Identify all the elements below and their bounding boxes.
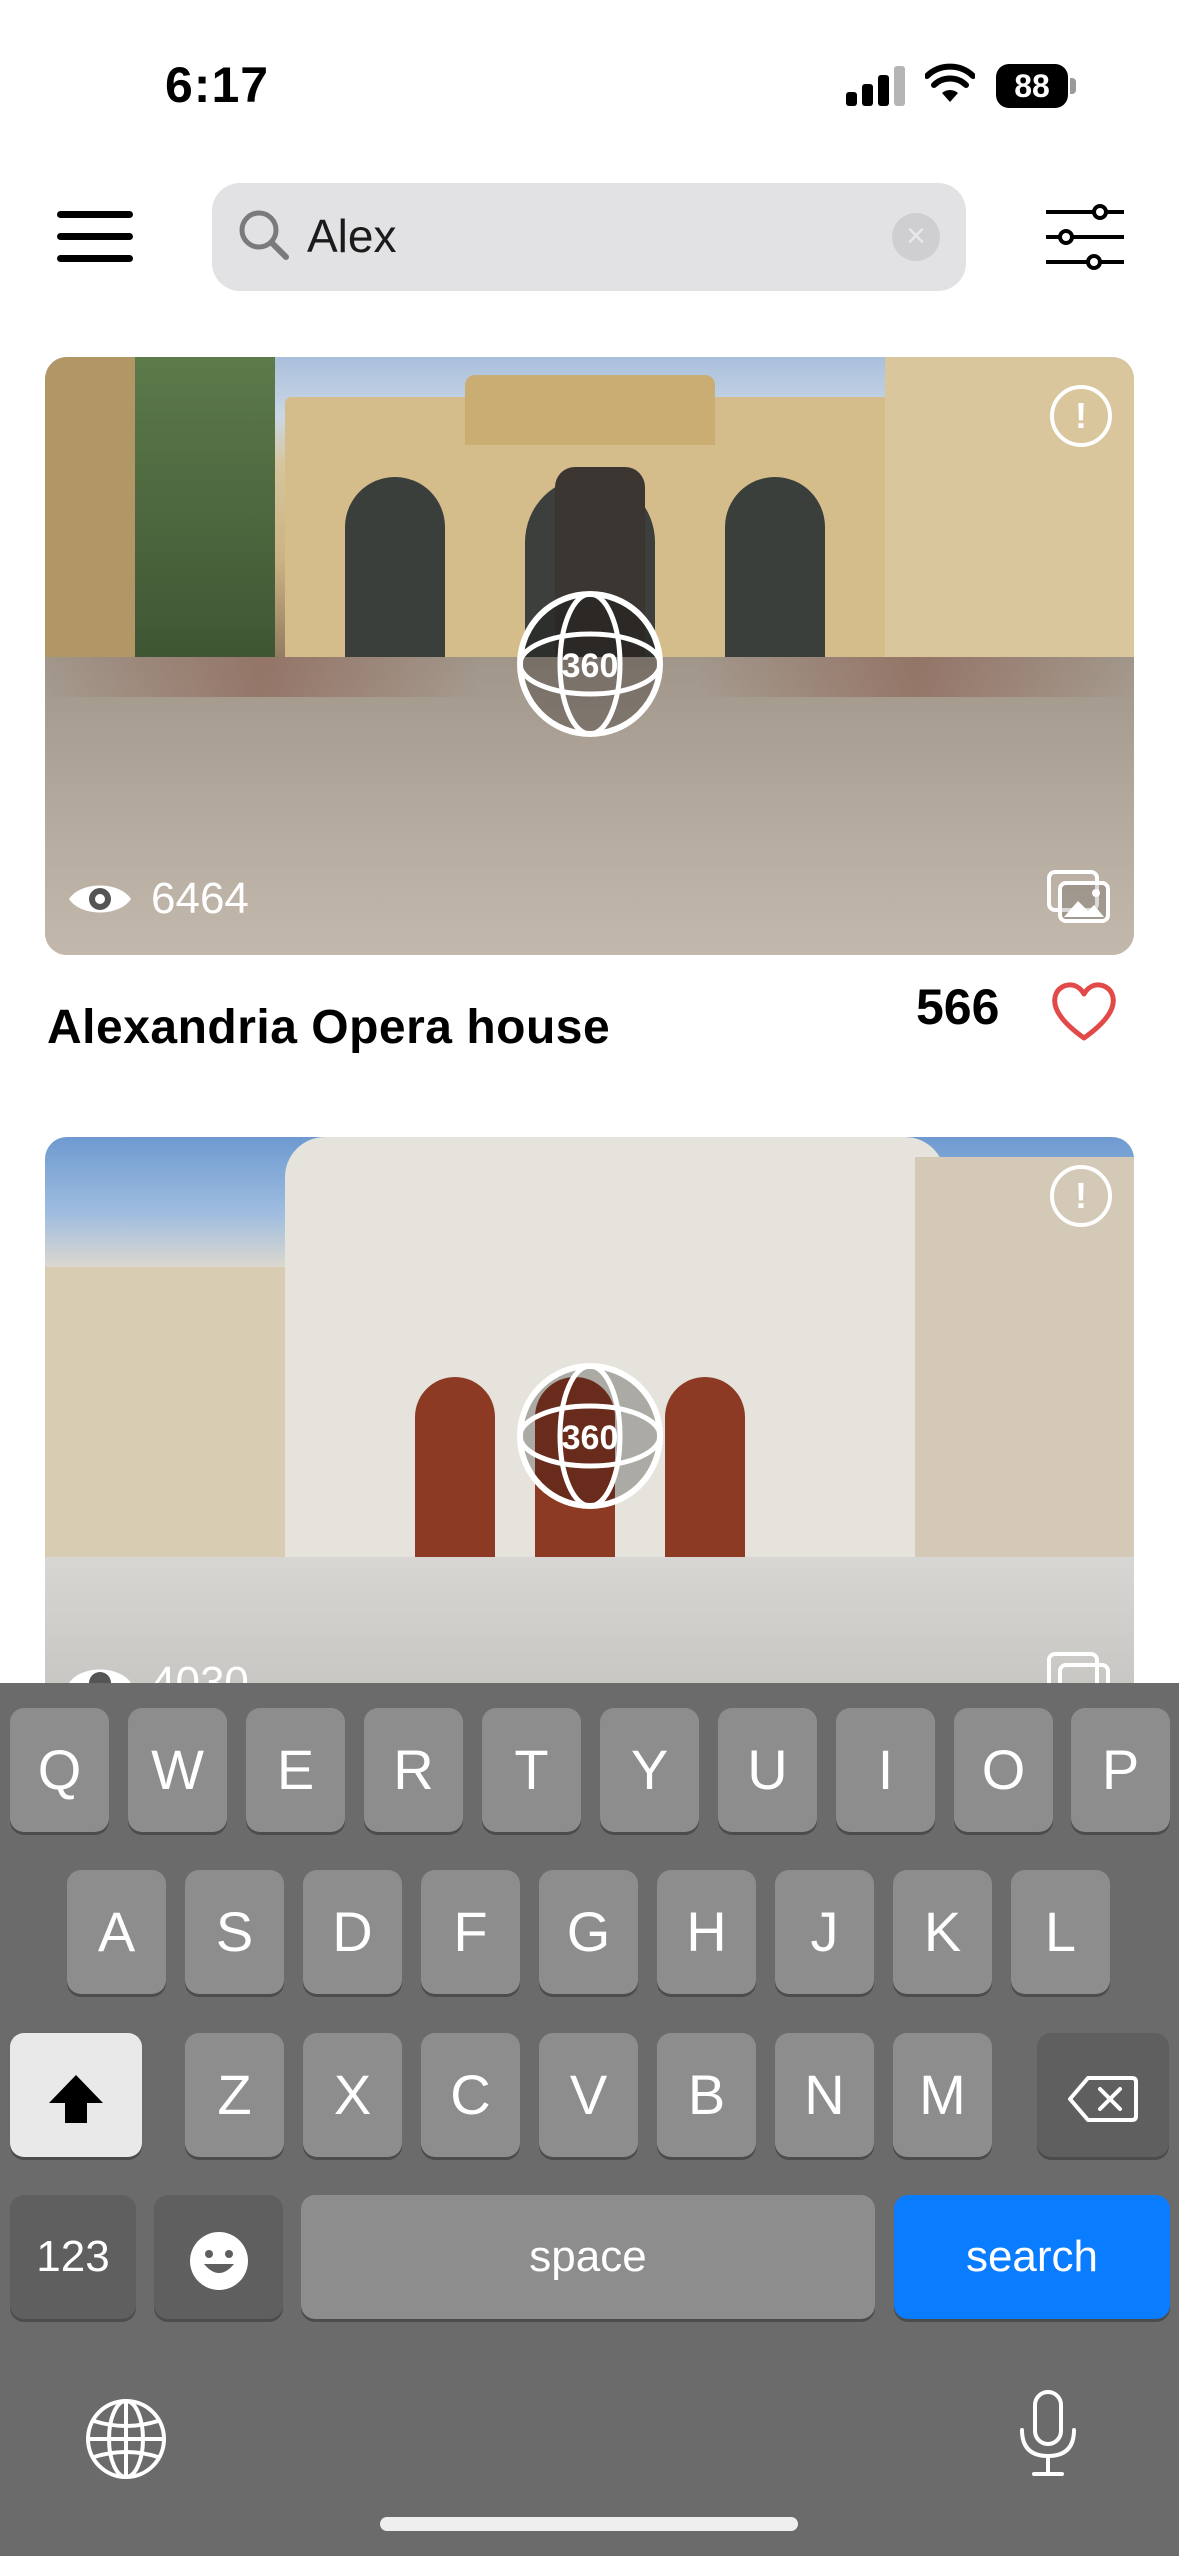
360-label: 360	[562, 647, 619, 685]
backspace-key[interactable]	[1037, 2033, 1169, 2157]
battery-icon: 88	[996, 64, 1076, 108]
space-key[interactable]: space	[301, 2195, 875, 2319]
key-d[interactable]: D	[303, 1870, 402, 1994]
key-i[interactable]: I	[836, 1708, 935, 1832]
key-g[interactable]: G	[539, 1870, 638, 1994]
key-b[interactable]: B	[657, 2033, 756, 2157]
cellular-signal-icon	[846, 66, 906, 106]
emoji-icon	[189, 2232, 248, 2291]
mic-icon[interactable]	[1016, 2388, 1080, 2480]
shift-icon	[49, 2075, 103, 2124]
status-time: 6:17	[165, 57, 270, 113]
gallery-icon[interactable]	[1046, 1651, 1112, 1683]
numbers-key[interactable]: 123	[10, 2195, 136, 2319]
search-key[interactable]: search	[894, 2195, 1170, 2319]
globe-icon[interactable]	[84, 2397, 168, 2481]
key-r[interactable]: R	[364, 1708, 463, 1832]
clear-icon[interactable]: ×	[892, 213, 940, 261]
filter-icon[interactable]	[1044, 204, 1126, 270]
key-u[interactable]: U	[718, 1708, 817, 1832]
360-icon[interactable]: 360	[515, 1361, 665, 1511]
key-h[interactable]: H	[657, 1870, 756, 1994]
gallery-icon[interactable]	[1046, 869, 1112, 925]
search-bar[interactable]: Alex ×	[212, 183, 966, 291]
home-indicator[interactable]	[380, 2517, 798, 2531]
shift-key[interactable]	[10, 2033, 142, 2157]
key-c[interactable]: C	[421, 2033, 520, 2157]
eye-icon	[69, 885, 131, 913]
status-bar: 6:17 88	[0, 0, 1179, 170]
view-count: 6464	[67, 869, 249, 929]
view-count: 4030	[67, 1653, 249, 1683]
360-icon[interactable]: 360	[515, 589, 665, 739]
key-s[interactable]: S	[185, 1870, 284, 1994]
menu-icon[interactable]	[57, 205, 133, 265]
key-v[interactable]: V	[539, 2033, 638, 2157]
battery-level: 88	[996, 64, 1068, 108]
key-x[interactable]: X	[303, 2033, 402, 2157]
key-z[interactable]: Z	[185, 2033, 284, 2157]
key-a[interactable]: A	[67, 1870, 166, 1994]
eye-icon	[69, 1669, 131, 1683]
place-title[interactable]: Alexandria Opera house	[47, 1000, 610, 1055]
key-f[interactable]: F	[421, 1870, 520, 1994]
view-count-value: 4030	[151, 1658, 249, 1683]
like-count: 566	[916, 979, 1000, 1035]
emoji-key[interactable]	[154, 2195, 283, 2319]
key-e[interactable]: E	[246, 1708, 345, 1832]
search-icon	[239, 210, 289, 260]
backspace-icon	[1068, 2076, 1138, 2123]
info-icon[interactable]: !	[1050, 385, 1112, 447]
key-w[interactable]: W	[128, 1708, 227, 1832]
place-card[interactable]: ! 360 4030	[45, 1137, 1134, 1683]
key-t[interactable]: T	[482, 1708, 581, 1832]
key-l[interactable]: L	[1011, 1870, 1110, 1994]
key-o[interactable]: O	[954, 1708, 1053, 1832]
info-icon[interactable]: !	[1050, 1165, 1112, 1227]
key-p[interactable]: P	[1071, 1708, 1170, 1832]
view-count-value: 6464	[151, 874, 249, 923]
place-card[interactable]: ! 360 6464	[45, 357, 1134, 955]
key-k[interactable]: K	[893, 1870, 992, 1994]
key-n[interactable]: N	[775, 2033, 874, 2157]
wifi-icon	[925, 63, 975, 102]
key-m[interactable]: M	[893, 2033, 992, 2157]
key-q[interactable]: Q	[10, 1708, 109, 1832]
360-label: 360	[562, 1419, 619, 1457]
heart-icon[interactable]	[1050, 980, 1118, 1042]
key-j[interactable]: J	[775, 1870, 874, 1994]
key-y[interactable]: Y	[600, 1708, 699, 1832]
keyboard: Q W E R T Y U I O P A S D F G H J K L Z …	[0, 1683, 1179, 2556]
search-input[interactable]: Alex	[307, 209, 396, 263]
